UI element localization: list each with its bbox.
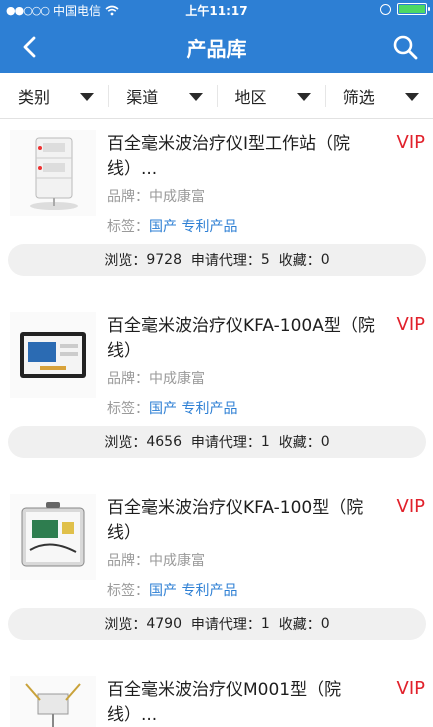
agent-count: 1 xyxy=(260,434,270,450)
product-item[interactable]: 百全毫米波治疗仪KFA-100型（院线） VIP 品牌：中成康富 标签：国产 专… xyxy=(0,484,433,666)
tag[interactable]: 专利产品 xyxy=(181,401,237,417)
product-tags: 标签：国产 专利产品 xyxy=(107,580,237,600)
filter-label: 筛选 xyxy=(342,87,375,107)
product-item[interactable]: 百全毫米波治疗仪KFA-100A型（院线） VIP 品牌：中成康富 标签：国产 … xyxy=(0,302,433,484)
fav-count: 0 xyxy=(320,252,330,268)
fav-count: 0 xyxy=(320,616,330,632)
product-brand: 品牌：中成康富 xyxy=(107,550,205,570)
views-count: 9728 xyxy=(146,252,182,268)
tags-prefix: 标签： xyxy=(107,401,149,417)
product-name[interactable]: 百全毫米波治疗仪M001型（院线）... xyxy=(107,678,387,727)
fav-prefix: 收藏： xyxy=(278,253,321,269)
alarm-icon xyxy=(380,3,391,15)
filter-region[interactable]: 地区 xyxy=(216,73,325,118)
views-prefix: 浏览： xyxy=(104,253,147,269)
tags-prefix: 标签： xyxy=(107,219,149,235)
product-name[interactable]: 百全毫米波治疗仪KFA-100A型（院线） xyxy=(107,314,387,364)
brand-value: 中成康富 xyxy=(149,371,205,387)
filter-label: 地区 xyxy=(234,87,267,107)
tag[interactable]: 国产 xyxy=(149,401,177,417)
tag[interactable]: 专利产品 xyxy=(181,583,237,599)
fav-prefix: 收藏： xyxy=(278,617,321,633)
filter-label: 类别 xyxy=(18,87,51,107)
agent-count: 5 xyxy=(260,252,270,268)
filter-label: 渠道 xyxy=(126,87,159,107)
product-item[interactable]: 百全毫米波治疗仪I型工作站（院线）... VIP 品牌：中成康富 标签：国产 专… xyxy=(0,120,433,302)
case-device-icon xyxy=(10,312,96,398)
filter-more[interactable]: 筛选 xyxy=(324,73,433,118)
page-title: 产品库 xyxy=(186,37,247,61)
search-icon[interactable] xyxy=(391,33,419,61)
agent-count: 1 xyxy=(260,616,270,632)
status-time: 上午11:17 xyxy=(185,4,248,18)
tag[interactable]: 专利产品 xyxy=(181,219,237,235)
dropdown-triangle-icon xyxy=(405,93,419,101)
product-brand: 品牌：中成康富 xyxy=(107,368,205,388)
vip-badge: VIP xyxy=(396,132,425,153)
vip-badge: VIP xyxy=(396,496,425,517)
tag[interactable]: 国产 xyxy=(149,583,177,599)
agent-prefix: 申请代理： xyxy=(190,435,261,451)
vip-badge: VIP xyxy=(396,678,425,699)
filter-bar: 类别 渠道 地区 筛选 xyxy=(0,73,433,119)
product-stats: 浏览： 9728 申请代理： 5 收藏： 0 xyxy=(8,244,426,276)
workstation-device-icon xyxy=(10,130,96,216)
dropdown-triangle-icon xyxy=(296,93,311,101)
agent-prefix: 申请代理： xyxy=(190,253,261,269)
product-stats: 浏览： 4790 申请代理： 1 收藏： 0 xyxy=(8,608,426,640)
brand-prefix: 品牌： xyxy=(107,553,149,569)
stand-device-icon xyxy=(10,676,96,727)
brand-prefix: 品牌： xyxy=(107,371,149,387)
status-bar: ●●○○○ 中国电信 上午11:17 xyxy=(0,0,433,20)
vip-badge: VIP xyxy=(396,314,425,335)
product-tags: 标签：国产 专利产品 xyxy=(107,398,237,418)
views-prefix: 浏览： xyxy=(104,435,147,451)
brand-value: 中成康富 xyxy=(149,553,205,569)
product-item[interactable]: 百全毫米波治疗仪M001型（院线）... VIP xyxy=(0,666,433,727)
product-name[interactable]: 百全毫米波治疗仪KFA-100型（院线） xyxy=(107,496,387,546)
fav-prefix: 收藏： xyxy=(278,435,321,451)
brand-prefix: 品牌： xyxy=(107,189,149,205)
status-right xyxy=(380,3,430,15)
product-name[interactable]: 百全毫米波治疗仪I型工作站（院线）... xyxy=(107,132,387,182)
case-device-icon xyxy=(10,494,96,580)
views-prefix: 浏览： xyxy=(104,617,147,633)
agent-prefix: 申请代理： xyxy=(190,617,261,633)
product-tags: 标签：国产 专利产品 xyxy=(107,216,237,236)
filter-channel[interactable]: 渠道 xyxy=(108,73,216,118)
top-bar: ●●○○○ 中国电信 上午11:17 产品库 xyxy=(0,0,433,73)
battery-icon xyxy=(397,3,430,15)
dropdown-triangle-icon xyxy=(80,93,95,101)
views-count: 4656 xyxy=(146,434,182,450)
filter-category[interactable]: 类别 xyxy=(0,73,108,118)
product-stats: 浏览： 4656 申请代理： 1 收藏： 0 xyxy=(8,426,426,458)
views-count: 4790 xyxy=(146,616,182,632)
brand-value: 中成康富 xyxy=(149,189,205,205)
tags-prefix: 标签： xyxy=(107,583,149,599)
fav-count: 0 xyxy=(320,434,330,450)
nav-bar: 产品库 xyxy=(0,20,433,73)
tag[interactable]: 国产 xyxy=(149,219,177,235)
dropdown-triangle-icon xyxy=(188,93,203,101)
product-brand: 品牌：中成康富 xyxy=(107,186,205,206)
